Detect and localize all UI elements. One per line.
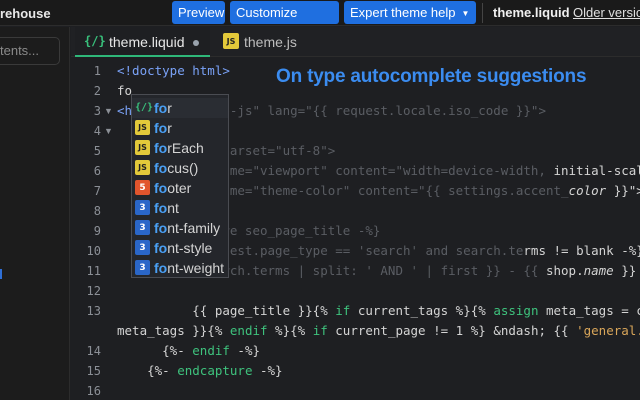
suggestion-label: font-weight <box>154 260 225 276</box>
suggestion-item[interactable]: 5 footer <box>132 178 228 198</box>
js-icon: JS <box>135 140 150 155</box>
suggestion-label: forEach <box>154 140 204 156</box>
older-versions-link[interactable]: Older versions <box>573 5 640 20</box>
code-line: {%- endcapture -%} <box>117 363 283 378</box>
expert-theme-help-button[interactable]: Expert theme help ▼ <box>344 1 476 24</box>
preview-button[interactable]: Preview <box>172 1 225 24</box>
suggestion-label: footer <box>154 180 192 196</box>
fold-chevron-icon[interactable]: ▼ <box>104 126 113 136</box>
store-name: rehouse <box>0 6 51 21</box>
css3-icon: 3 <box>135 200 150 215</box>
css3-icon: 3 <box>135 240 150 255</box>
suggestion-item[interactable]: {/} for <box>132 98 228 118</box>
line-number: 1 <box>93 64 101 78</box>
line-number: 7 <box>93 184 101 198</box>
code-line-cursor: fo <box>117 83 133 98</box>
line-number: 10 <box>86 244 101 258</box>
fold-chevron-icon[interactable]: ▼ <box>104 106 113 116</box>
js-icon: JS <box>135 120 150 135</box>
tab-theme-js[interactable]: JS theme.js <box>217 27 309 57</box>
suggestion-item[interactable]: JS forEach <box>132 138 228 158</box>
code-line: <!doctype html> <box>117 63 230 78</box>
tab-theme-liquid[interactable]: {/} theme.liquid <box>75 27 210 57</box>
line-number: 4 <box>93 124 101 138</box>
editor-tabs: {/} theme.liquid JS theme.js <box>71 27 640 57</box>
unsaved-dot-icon <box>193 40 199 46</box>
autocomplete-popup: {/} for JS for JS forEach JS focus() 5 f… <box>131 94 229 278</box>
suggestion-item[interactable]: 3 font-family <box>132 218 228 238</box>
line-number: 13 <box>86 304 101 318</box>
html5-icon: 5 <box>135 180 150 195</box>
code-line: {%- endif -%} <box>117 343 261 358</box>
toolbar-divider <box>482 3 483 23</box>
line-number: 3 <box>93 104 101 118</box>
liquid-file-icon: {/} <box>84 34 106 48</box>
line-number: 9 <box>93 224 101 238</box>
suggestion-label: for <box>154 120 172 136</box>
feature-caption: On type autocomplete suggestions <box>276 66 587 87</box>
line-number: 5 <box>93 144 101 158</box>
tab-label: theme.liquid <box>109 34 185 50</box>
css3-icon: 3 <box>135 260 150 275</box>
line-number: 11 <box>86 264 101 278</box>
line-number: 2 <box>93 84 101 98</box>
liquid-tag-icon: {/} <box>135 102 154 113</box>
suggestion-label: font <box>154 200 179 216</box>
chevron-down-icon: ▼ <box>461 9 470 19</box>
sidebar-active-marker <box>0 269 2 279</box>
line-number: 8 <box>93 204 101 218</box>
current-file-title: theme.liquid <box>493 5 570 20</box>
file-search-placeholder: tents... <box>0 43 40 58</box>
suggestion-item[interactable]: JS for <box>132 118 228 138</box>
code-line: {{ page_title }}{% if current_tags %}{% … <box>117 303 640 318</box>
line-number: 6 <box>93 164 101 178</box>
suggestion-label: font-family <box>154 220 221 236</box>
line-number: 15 <box>86 364 101 378</box>
line-number: 16 <box>86 384 101 398</box>
suggestion-item[interactable]: 3 font-style <box>132 238 228 258</box>
suggestion-item[interactable]: JS focus() <box>132 158 228 178</box>
code-line: meta_tags }}{% endif %}{% if current_pag… <box>117 323 640 338</box>
top-bar: rehouse Preview Customize theme Expert t… <box>0 0 640 43</box>
file-sidebar: tents... <box>0 27 70 400</box>
css3-icon: 3 <box>135 220 150 235</box>
js-file-icon: JS <box>223 33 239 49</box>
suggestion-label: focus() <box>154 160 199 176</box>
customize-theme-button[interactable]: Customize theme <box>230 1 339 43</box>
tab-label: theme.js <box>244 34 297 50</box>
expert-theme-help-label: Expert theme help <box>350 5 456 20</box>
suggestion-label: for <box>154 100 172 116</box>
line-number: 12 <box>86 284 101 298</box>
suggestion-item[interactable]: 3 font <box>132 198 228 218</box>
js-icon: JS <box>135 160 150 175</box>
suggestion-item[interactable]: 3 font-weight <box>132 258 228 277</box>
suggestion-label: font-style <box>154 240 213 256</box>
line-number: 14 <box>86 344 101 358</box>
